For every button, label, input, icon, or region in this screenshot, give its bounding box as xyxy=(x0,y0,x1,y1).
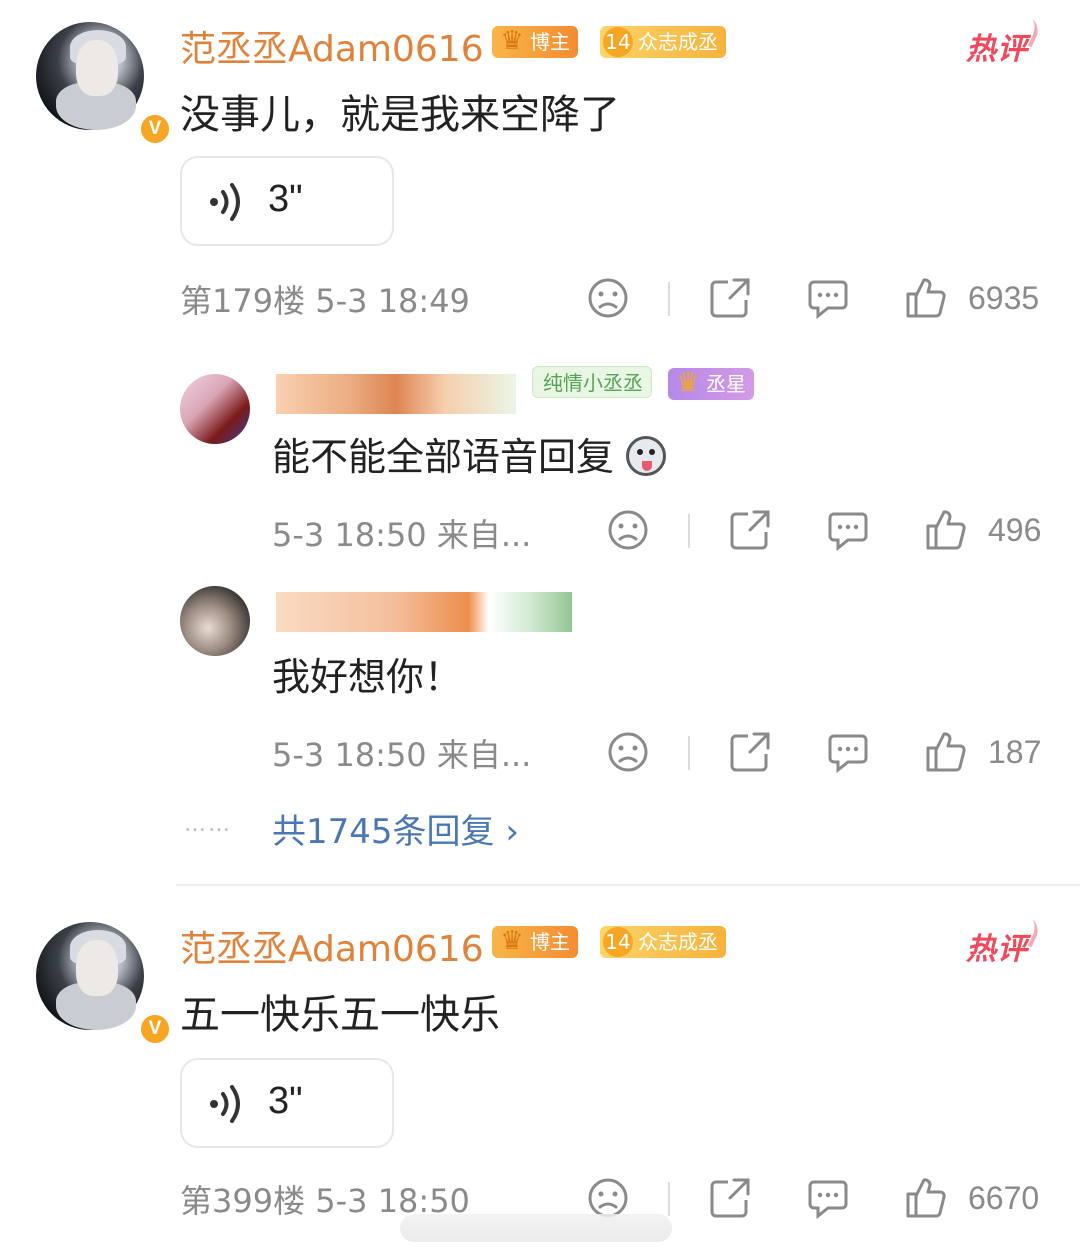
reply-time: 5-3 18:50 来自... xyxy=(272,736,532,774)
reply-text-content: 能不能全部语音回复 xyxy=(272,435,615,479)
comment-divider xyxy=(176,884,1080,886)
star-badge: ♛ 丞星 xyxy=(668,368,754,400)
voice-duration: 3" xyxy=(268,1080,303,1122)
blogger-badge: ♛ 博主 xyxy=(492,26,578,58)
fan-badge: 14 众志成丞 xyxy=(600,926,726,958)
comment-icon[interactable] xyxy=(826,508,870,552)
audio-wave-icon xyxy=(210,183,240,221)
thumbs-up-icon[interactable] xyxy=(924,730,968,774)
share-icon[interactable] xyxy=(708,276,752,320)
avatar[interactable] xyxy=(180,586,250,656)
reply-card: 我好想你！ 5-3 18:50 来自... 187 xyxy=(0,580,1080,780)
hot-comment-tag: 热评 xyxy=(966,924,1028,968)
thumbs-up-icon[interactable] xyxy=(924,508,968,552)
comment-text: 没事儿，就是我来空降了 xyxy=(180,92,620,138)
crown-icon: ♛ xyxy=(676,368,700,398)
divider xyxy=(668,1182,670,1216)
blogger-badge: ♛ 博主 xyxy=(492,926,578,958)
share-icon[interactable] xyxy=(708,1176,752,1220)
floor-time: 第179楼 5-3 18:49 xyxy=(180,282,470,320)
verified-badge-icon: V xyxy=(138,1012,172,1046)
comment-card: V 范丞丞Adam0616 ♛ 博主 14 众志成丞 热评 没事儿，就是我来空降… xyxy=(0,0,1080,340)
divider xyxy=(668,282,670,316)
blurred-username xyxy=(276,592,572,632)
fan-badge-label: 众志成丞 xyxy=(638,30,718,54)
avatar-face xyxy=(76,940,118,996)
avatar[interactable] xyxy=(180,374,250,444)
thumbs-up-icon[interactable] xyxy=(904,276,948,320)
reply-dots: …… xyxy=(184,812,232,837)
username[interactable]: 范丞丞Adam0616 xyxy=(180,20,484,72)
comment-icon[interactable] xyxy=(806,276,850,320)
fan-level-icon: 14 xyxy=(603,927,633,957)
hot-comment-tag: 热评 xyxy=(966,24,1028,68)
share-icon[interactable] xyxy=(728,730,772,774)
blogger-badge-label: 博主 xyxy=(530,930,570,954)
comment-card: V 范丞丞Adam0616 ♛ 博主 14 众志成丞 热评 五一快乐五一快乐 3… xyxy=(0,900,1080,1250)
dog-emoji-icon xyxy=(626,435,667,476)
divider xyxy=(688,736,690,770)
like-count: 187 xyxy=(988,734,1042,770)
comment-icon[interactable] xyxy=(826,730,870,774)
like-count: 6935 xyxy=(968,280,1040,316)
view-all-replies-link[interactable]: 共1745条回复 › xyxy=(272,804,519,853)
sad-face-icon[interactable] xyxy=(586,276,630,320)
divider xyxy=(688,514,690,548)
verified-badge-icon: V xyxy=(138,112,172,146)
star-badge-label: 丞星 xyxy=(706,372,746,396)
crown-icon: ♛ xyxy=(500,26,524,56)
share-icon[interactable] xyxy=(728,508,772,552)
voice-duration: 3" xyxy=(268,178,303,220)
blogger-badge-label: 博主 xyxy=(530,30,570,54)
reply-card: 纯情小丞丞 ♛ 丞星 能不能全部语音回复 5-3 18:50 来自... 496 xyxy=(0,360,1080,560)
reply-text: 能不能全部语音回复 xyxy=(272,426,667,481)
sad-face-icon[interactable] xyxy=(606,508,650,552)
like-count: 496 xyxy=(988,512,1042,548)
audio-wave-icon xyxy=(210,1085,240,1123)
voice-message-button[interactable]: 3" xyxy=(180,156,394,246)
sad-face-icon[interactable] xyxy=(606,730,650,774)
reply-text: 我好想你！ xyxy=(272,655,463,699)
fan-level-icon: 14 xyxy=(603,27,633,57)
thumbs-up-icon[interactable] xyxy=(904,1176,948,1220)
username[interactable]: 范丞丞Adam0616 xyxy=(180,920,484,972)
voice-message-button[interactable]: 3" xyxy=(180,1058,394,1148)
group-badge: 纯情小丞丞 xyxy=(532,366,652,398)
comment-icon[interactable] xyxy=(806,1176,850,1220)
reply-time: 5-3 18:50 来自... xyxy=(272,516,532,554)
blurred-username xyxy=(276,374,516,414)
avatar[interactable]: V xyxy=(36,22,172,146)
fan-badge: 14 众志成丞 xyxy=(600,26,726,58)
fan-badge-label: 众志成丞 xyxy=(638,930,718,954)
avatar-face xyxy=(76,40,118,96)
avatar[interactable]: V xyxy=(36,922,172,1046)
watermark-overlay xyxy=(400,1214,672,1242)
crown-icon: ♛ xyxy=(500,926,524,956)
like-count: 6670 xyxy=(968,1180,1040,1216)
comment-text: 五一快乐五一快乐 xyxy=(180,992,500,1038)
